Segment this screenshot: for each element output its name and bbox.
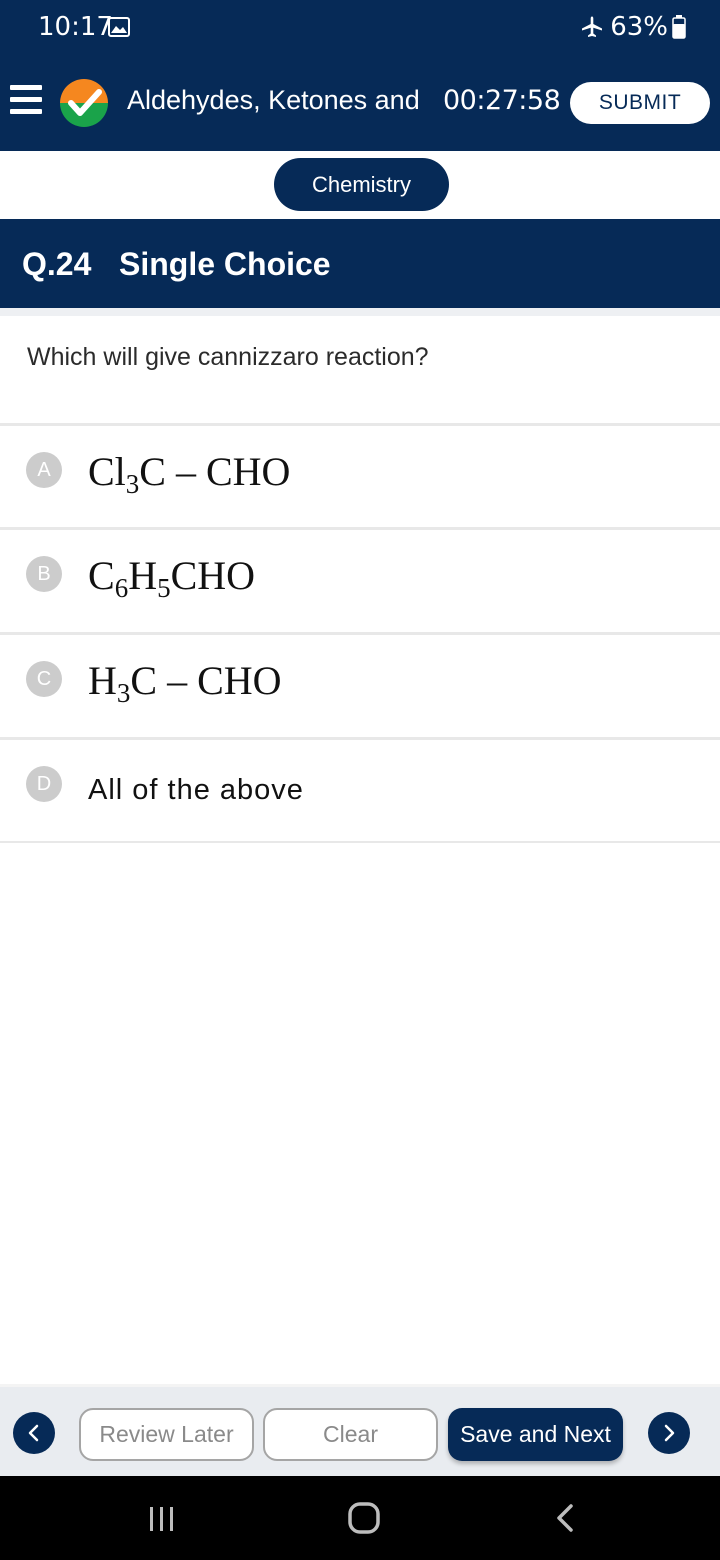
gallery-icon: [108, 17, 130, 37]
recent-apps-icon[interactable]: [148, 1506, 176, 1532]
option-d[interactable]: D All of the above: [0, 737, 720, 839]
option-badge: C: [26, 661, 62, 697]
subject-pill[interactable]: Chemistry: [274, 158, 449, 211]
battery-percent: 63%: [610, 12, 668, 42]
app-header: Aldehydes, Ketones and 00:27:58 SUBMIT: [0, 55, 720, 151]
option-badge: B: [26, 556, 62, 592]
clear-button[interactable]: Clear: [263, 1408, 438, 1461]
menu-icon[interactable]: [10, 85, 42, 119]
home-icon[interactable]: [348, 1502, 380, 1534]
option-formula: H3C – CHO: [88, 658, 282, 708]
chevron-left-icon: [28, 1424, 39, 1442]
status-time: 10:17: [38, 12, 113, 42]
timer: 00:27:58: [443, 85, 561, 116]
save-and-next-button[interactable]: Save and Next: [448, 1408, 623, 1461]
question-header: Q.24 Single Choice: [0, 219, 720, 308]
review-later-button[interactable]: Review Later: [79, 1408, 254, 1461]
question-type: Single Choice: [119, 246, 331, 282]
battery-icon: [672, 15, 686, 39]
topic-title: Aldehydes, Ketones and: [127, 85, 420, 115]
option-label: All of the above: [88, 774, 304, 806]
previous-button[interactable]: [13, 1412, 55, 1454]
back-icon[interactable]: [553, 1503, 577, 1533]
option-a[interactable]: A Cl3C – CHO: [0, 423, 720, 525]
option-c[interactable]: C H3C – CHO: [0, 632, 720, 734]
divider: [0, 308, 720, 316]
status-right: 63%: [580, 12, 686, 42]
question-text: Which will give cannizzaro reaction?: [27, 343, 429, 371]
divider: [0, 841, 720, 843]
option-b[interactable]: B C6H5CHO: [0, 527, 720, 629]
next-button[interactable]: [648, 1412, 690, 1454]
option-formula: Cl3C – CHO: [88, 449, 291, 499]
option-badge: D: [26, 766, 62, 802]
submit-button[interactable]: SUBMIT: [570, 82, 710, 124]
chevron-right-icon: [664, 1424, 675, 1442]
logo-check-icon: [60, 79, 108, 127]
system-nav-bar: [0, 1476, 720, 1560]
subject-row: Chemistry: [0, 151, 720, 219]
option-badge: A: [26, 452, 62, 488]
question-number: Q.24: [22, 246, 92, 282]
status-bar: 10:17 63%: [0, 0, 720, 55]
option-formula: C6H5CHO: [88, 553, 256, 603]
airplane-icon: [582, 16, 603, 37]
action-bar: Review Later Clear Save and Next: [0, 1384, 720, 1476]
